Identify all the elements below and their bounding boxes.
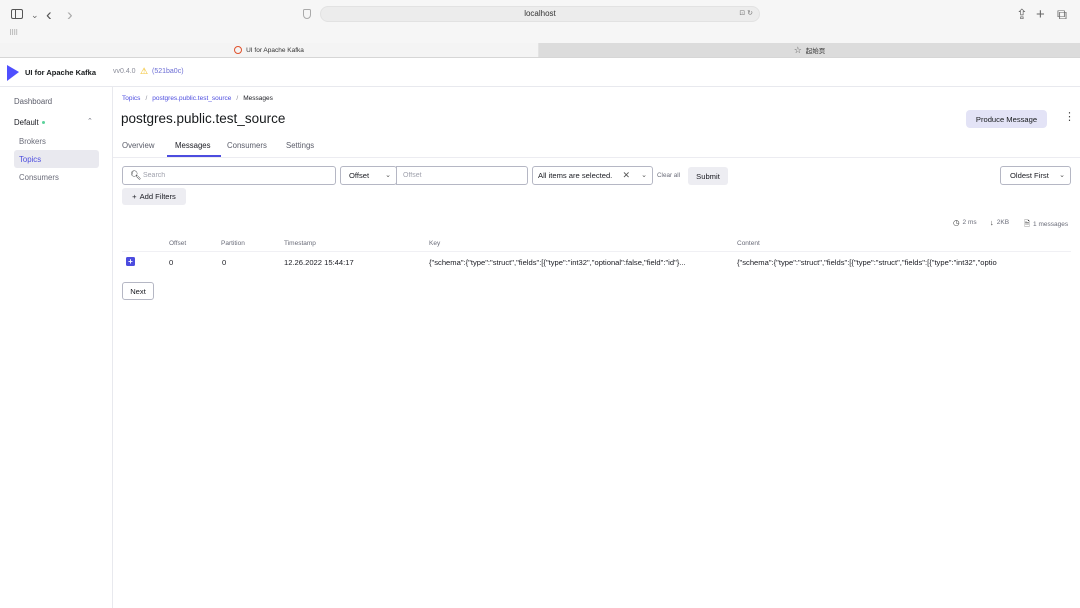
commit-link[interactable]: (521ba0c) [152, 68, 184, 75]
browser-tab-kafka[interactable]: UI for Apache Kafka [0, 43, 538, 57]
sidebar-item-topics[interactable]: Topics [19, 155, 41, 164]
breadcrumb-topics[interactable]: Topics [122, 95, 140, 102]
breadcrumb: Topics / postgres.public.test_source / M… [122, 95, 273, 102]
new-tab-icon[interactable]: + [1036, 6, 1045, 23]
search-icon: 🔍︎ [130, 170, 142, 180]
add-filters-label: Add Filters [139, 192, 176, 201]
search-box: 🔍︎ [122, 166, 336, 185]
app-header: UI for Apache Kafka vv0.4.0 ⚠ (521ba0c) [0, 59, 1080, 87]
produce-message-button[interactable]: Produce Message [966, 110, 1047, 128]
elapsed-time-value: 2 ms [962, 219, 977, 226]
tab-messages[interactable]: Messages [175, 141, 211, 150]
kafka-favicon-icon [234, 46, 243, 54]
expand-row-icon[interactable]: + [126, 257, 135, 266]
clear-all-link[interactable]: Clear all [657, 172, 680, 179]
sidebar-item-dashboard[interactable]: Dashboard [14, 97, 52, 106]
cell-offset: 0 [169, 258, 174, 267]
next-page-button[interactable]: Next [122, 282, 154, 300]
submit-button[interactable]: Submit [688, 167, 728, 185]
grid-icon[interactable]: ⠿⠿ [9, 29, 18, 37]
breadcrumb-separator: / [145, 95, 148, 102]
app-version: vv0.4.0 [113, 68, 136, 75]
plus-icon: + [132, 192, 137, 201]
app-name[interactable]: UI for Apache Kafka [25, 68, 96, 77]
cluster-status-dot [41, 121, 45, 124]
offset-input[interactable] [396, 166, 528, 185]
url-text: localhost [524, 9, 556, 18]
file-icon: 🗎︎ [1024, 219, 1031, 228]
sidebar-toggle-icon[interactable] [11, 9, 23, 19]
close-icon[interactable]: ✕ [622, 170, 630, 181]
browser-tab-strip: UI for Apache Kafka ☆ 起始页 [0, 43, 1080, 58]
tab-consumers[interactable]: Consumers [227, 141, 267, 150]
browser-tab-label: UI for Apache Kafka [246, 46, 304, 54]
tabs-divider [113, 157, 1080, 158]
chevron-down-icon: ⌄ [1059, 172, 1065, 179]
sidebar-item-brokers[interactable]: Brokers [19, 137, 46, 146]
column-header-content: Content [737, 240, 760, 247]
bytes-value: 2KB [996, 219, 1010, 226]
cell-partition: 0 [222, 258, 227, 267]
kafka-logo-icon [7, 65, 19, 81]
clock-icon: ◷ [953, 218, 960, 227]
arrow-down-icon: ↓ [990, 218, 994, 227]
active-tab-underline [167, 155, 221, 157]
sidebar: Dashboard Default ⌃ Brokers Topics Consu… [0, 87, 113, 608]
cell-content[interactable]: {"schema":{"type":"struct","fields":[{"t… [737, 258, 1033, 267]
share-icon[interactable]: ⇪ [1016, 6, 1028, 23]
tab-settings[interactable]: Settings [286, 141, 314, 150]
cluster-name: Default [14, 118, 39, 127]
stat-bytes: ↓ 2KB [990, 218, 1009, 227]
column-header-partition: Partition [221, 240, 245, 247]
add-filters-button[interactable]: + Add Filters [122, 188, 186, 205]
more-options-icon[interactable]: ⋮ [1064, 112, 1075, 123]
privacy-shield-icon[interactable] [303, 9, 311, 19]
partitions-select[interactable]: All items are selected. ✕ ⌄ [532, 166, 653, 185]
back-arrow-icon[interactable]: ‹ [46, 5, 52, 25]
forward-arrow-icon[interactable]: › [67, 5, 73, 25]
stat-message-count: 🗎︎ 1 messages [1024, 218, 1068, 231]
chevron-down-icon: ⌄ [385, 172, 391, 179]
warning-icon[interactable]: ⚠ [140, 66, 148, 77]
address-bar[interactable]: localhost ⊡ ↻ [320, 6, 760, 22]
seek-type-select[interactable]: Offset ⌄ [340, 166, 397, 185]
browser-tab-label: 起始页 [805, 48, 826, 55]
sidebar-cluster-default[interactable]: Default [14, 118, 45, 127]
breadcrumb-topic[interactable]: postgres.public.test_source [152, 95, 231, 102]
tab-overview[interactable]: Overview [122, 141, 155, 150]
chevron-down-icon[interactable]: ⌄ [31, 10, 39, 21]
search-input[interactable] [143, 169, 331, 182]
seek-type-value: Offset [349, 171, 370, 180]
table-header-divider [122, 251, 1071, 252]
partitions-value: All items are selected. [538, 171, 613, 180]
browser-toolbar: ⌄ ‹ › localhost ⊡ ↻ ⇪ + ⧉ ⠿⠿ [0, 0, 1080, 43]
stat-elapsed-time: ◷ 2 ms [953, 218, 977, 227]
breadcrumb-current: Messages [243, 95, 273, 102]
column-header-timestamp: Timestamp [284, 240, 316, 247]
sort-order-select[interactable]: Oldest First ⌄ [1000, 166, 1071, 185]
breadcrumb-separator: / [236, 95, 239, 102]
chevron-down-icon: ⌄ [641, 172, 647, 179]
message-count-value: 1 messages [1033, 221, 1069, 228]
cell-key[interactable]: {"schema":{"type":"struct","fields":[{"t… [429, 258, 721, 267]
page-title: postgres.public.test_source [121, 111, 286, 126]
column-header-offset: Offset [169, 240, 187, 247]
translate-reload-icon[interactable]: ⊡ ↻ [739, 9, 753, 17]
chevron-up-icon[interactable]: ⌃ [87, 117, 93, 125]
sort-order-value: Oldest First [1010, 171, 1049, 180]
browser-tab-start-page[interactable]: ☆ 起始页 [539, 43, 1080, 57]
cell-timestamp: 12.26.2022 15:44:17 [284, 258, 354, 267]
sidebar-item-consumers[interactable]: Consumers [19, 173, 59, 182]
column-header-key: Key [429, 240, 441, 247]
tab-overview-icon[interactable]: ⧉ [1057, 6, 1067, 23]
star-icon: ☆ [793, 44, 802, 55]
